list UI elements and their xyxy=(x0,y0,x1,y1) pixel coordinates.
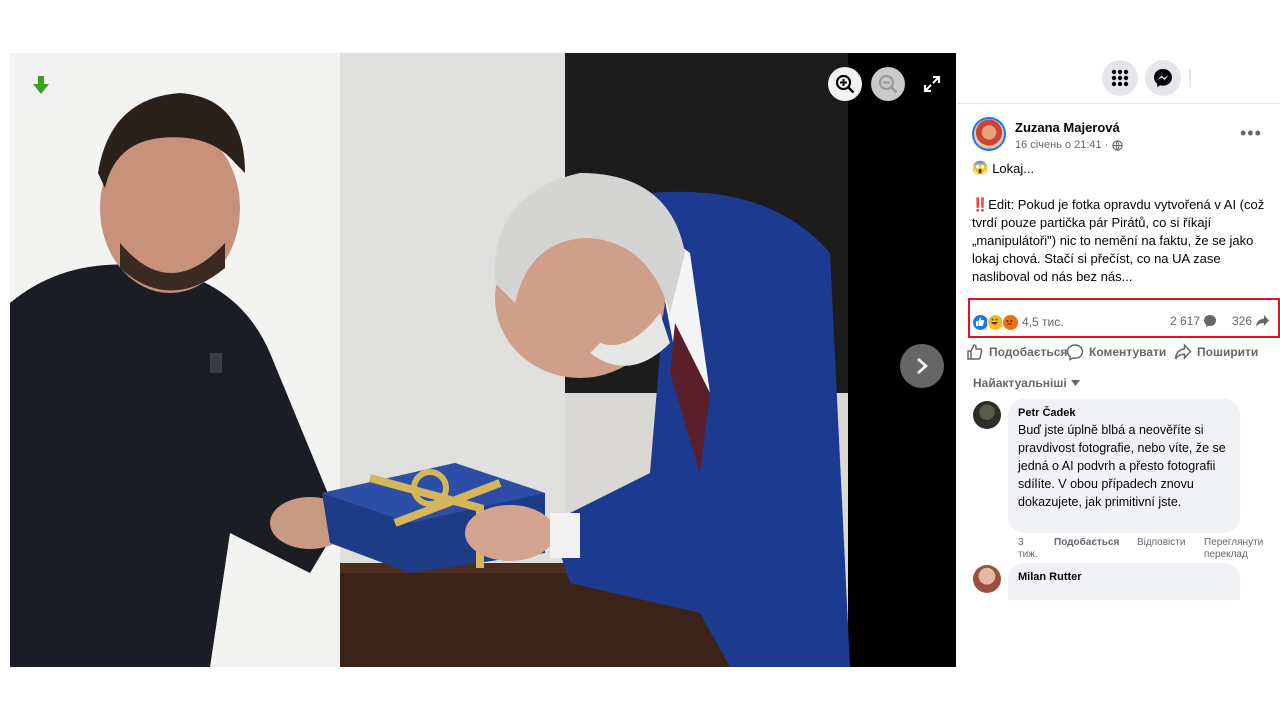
comment-icon xyxy=(1066,344,1084,361)
comment-bubble: Petr Čadek Buď jste úplně blbá a neověří… xyxy=(1008,399,1240,533)
zoom-in-icon xyxy=(835,74,855,94)
share-icon xyxy=(1174,343,1192,360)
post-author[interactable]: Zuzana Majerová xyxy=(1015,120,1120,135)
comment-reply-button[interactable]: Відповісти xyxy=(1137,537,1185,548)
commenter-name[interactable]: Milan Rutter xyxy=(1018,571,1230,583)
commenter-avatar[interactable] xyxy=(973,401,1001,429)
comment-time[interactable]: 3 тиж. xyxy=(1018,537,1044,561)
messenger-icon xyxy=(1154,69,1172,87)
top-bar xyxy=(958,53,1280,104)
post-time-text: 16 січень о 21:41 · xyxy=(1015,139,1109,151)
comment-like-button[interactable]: Подобається xyxy=(1054,537,1119,548)
like-button-label: Подобається xyxy=(989,345,1068,359)
next-photo-button[interactable] xyxy=(900,344,944,388)
commenter-avatar[interactable] xyxy=(973,565,1001,593)
download-arrow-icon xyxy=(33,76,49,94)
comment-count-text: 2 617 xyxy=(1170,314,1201,328)
post-photo xyxy=(10,53,956,667)
post-body: ‼️Edit: Pokud je fotka opravdu vytvořená… xyxy=(972,196,1272,286)
share-count[interactable]: 326 xyxy=(1232,314,1270,328)
post-panel: Zuzana Majerová 16 січень о 21:41 · ••• … xyxy=(958,53,1280,600)
comment-sort-dropdown[interactable]: Найактуальніші xyxy=(973,376,1080,390)
like-button[interactable]: Подобається xyxy=(966,343,1067,361)
more-options-button[interactable]: ••• xyxy=(1240,123,1262,144)
photo-viewer xyxy=(10,53,956,667)
share-button[interactable]: Поширити xyxy=(1174,343,1258,361)
scream-emoji-icon: 😱 xyxy=(972,160,989,175)
comment-bubble: Milan Rutter xyxy=(1008,563,1240,600)
comment-bubble-icon xyxy=(1204,315,1217,327)
comment-text: Buď jste úplně blbá a neověříte si pravd… xyxy=(1018,423,1226,509)
author-avatar[interactable] xyxy=(972,117,1006,151)
reaction-summary-bar: 4,5 тис. 2 617 326 xyxy=(968,298,1280,338)
caret-down-icon xyxy=(1070,380,1080,386)
fullscreen-button[interactable] xyxy=(915,67,949,101)
download-button[interactable] xyxy=(24,68,58,102)
share-button-label: Поширити xyxy=(1197,345,1259,359)
comment-button-label: Коментувати xyxy=(1089,345,1167,359)
angry-reaction-icon xyxy=(1002,314,1019,331)
chevron-right-icon xyxy=(917,358,928,374)
post-first-line: 😱 Lokaj... xyxy=(972,160,1034,176)
post-actions: Подобається Коментувати Поширити xyxy=(966,343,1280,365)
zoom-out-icon xyxy=(878,74,898,94)
top-bar-divider xyxy=(1189,69,1191,87)
see-translation-button[interactable]: Переглянути переклад xyxy=(1204,537,1280,561)
zoom-in-button[interactable] xyxy=(828,67,862,101)
apps-menu-button[interactable] xyxy=(1102,60,1138,96)
thumbs-up-icon xyxy=(967,344,983,360)
messenger-button[interactable] xyxy=(1145,60,1181,96)
zoom-out-button[interactable] xyxy=(871,67,905,101)
post-first-line-text: Lokaj... xyxy=(992,160,1035,176)
share-arrow-icon xyxy=(1256,315,1270,327)
grid-menu-icon xyxy=(1111,69,1129,87)
post-body-text: Edit: Pokud je fotka opravdu vytvořená v… xyxy=(972,197,1265,284)
comment-count[interactable]: 2 617 xyxy=(1170,314,1217,328)
fullscreen-icon xyxy=(924,76,940,92)
globe-icon xyxy=(1112,139,1124,151)
double-exclamation-icon: ‼️ xyxy=(972,197,989,212)
reaction-count[interactable]: 4,5 тис. xyxy=(1022,315,1064,329)
post-timestamp[interactable]: 16 січень о 21:41 · xyxy=(1015,139,1124,151)
share-count-text: 326 xyxy=(1232,314,1253,328)
comment-sort-label: Найактуальніші xyxy=(973,376,1067,390)
comment-button[interactable]: Коментувати xyxy=(1066,343,1166,361)
more-dots-icon: ••• xyxy=(1240,123,1262,143)
commenter-name[interactable]: Petr Čadek xyxy=(1018,407,1230,419)
